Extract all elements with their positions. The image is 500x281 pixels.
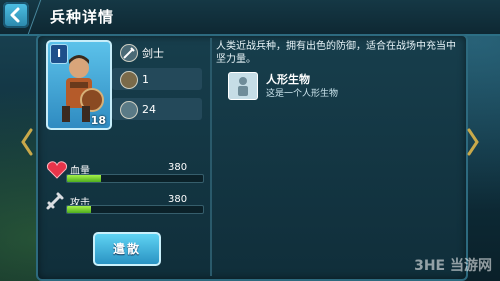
site-watermark: 3HE 当游网 [414, 258, 492, 274]
trait-icon [228, 72, 258, 100]
prev-unit-arrow[interactable] [20, 127, 34, 157]
attack-bar [66, 205, 204, 214]
trait-title: 人形生物 [266, 73, 310, 86]
trait-subtitle: 这是一个人形生物 [266, 89, 339, 99]
unit-name: 剑士 [142, 47, 164, 60]
unit-card: I 18 [46, 40, 112, 130]
back-arrow-icon [10, 7, 20, 23]
sword-attack-icon [46, 192, 64, 210]
unit-description: 人类近战兵种，拥有出色的防御，适合在战场中充当中坚力量。 [216, 41, 456, 65]
chevron-left-icon [21, 128, 33, 156]
helmet-icon [120, 71, 138, 89]
hp-bar-fill [67, 175, 101, 182]
hp-bar [66, 174, 204, 183]
next-unit-arrow[interactable] [466, 127, 480, 157]
population-icon [120, 101, 138, 119]
header-bar: 兵种详情 [0, 0, 500, 36]
sword-icon [120, 44, 138, 62]
unit-count: 1 [142, 73, 149, 86]
chevron-right-icon [467, 128, 479, 156]
heart-icon [46, 161, 68, 179]
hp-value: 380 [168, 162, 188, 173]
page-title: 兵种详情 [50, 8, 115, 26]
dismiss-button[interactable]: 遣散 [93, 232, 161, 266]
attack-bar-fill [67, 206, 92, 213]
back-button[interactable] [3, 2, 29, 28]
unit-population: 24 [142, 103, 156, 116]
panel-divider [210, 38, 212, 276]
card-cost: 18 [90, 114, 106, 127]
card-level-badge: I [50, 44, 68, 64]
attack-value: 380 [168, 194, 188, 205]
